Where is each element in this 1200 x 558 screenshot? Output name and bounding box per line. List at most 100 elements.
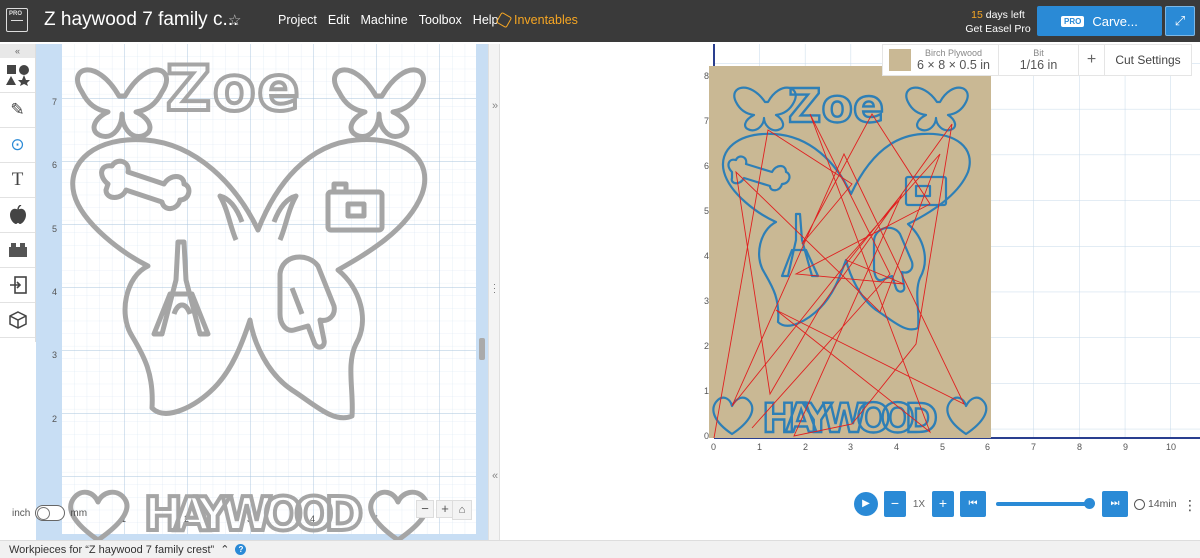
bit-value: 1/16 in xyxy=(1019,58,1058,72)
cut-settings-button[interactable]: Cut Settings xyxy=(1105,45,1191,75)
design-y-tick: 3 xyxy=(52,350,57,360)
target-icon[interactable]: ⊙ xyxy=(0,128,35,163)
preview-text-zoe: Zoe xyxy=(788,79,884,133)
design-y-tick: 7 xyxy=(52,97,57,107)
preview-y-tick: 3 xyxy=(704,296,709,306)
inventables-link[interactable]: Inventables xyxy=(495,11,578,29)
unit-toggle[interactable]: inch mm xyxy=(12,505,87,521)
preview-text-haywood: HAYWOOD xyxy=(762,396,938,442)
more-options-icon[interactable]: ⋮ xyxy=(1183,497,1197,514)
top-bar: PRO Z haywood 7 family c... ☆ Project Ed… xyxy=(0,0,1200,42)
menu-help[interactable]: Help xyxy=(473,13,499,27)
design-text-zoe[interactable]: Zoe xyxy=(164,50,302,127)
material-swatch xyxy=(889,49,911,71)
zoom-out-button[interactable]: − xyxy=(416,500,434,518)
duration-value: 14min xyxy=(1148,498,1177,510)
preview-x-tick: 8 xyxy=(1077,442,1082,452)
drag-handle-icon[interactable]: · · · xyxy=(493,280,496,297)
project-title[interactable]: Z haywood 7 family c... xyxy=(44,9,238,31)
design-scrollbar[interactable] xyxy=(479,338,485,360)
collapse-left-icon[interactable]: « xyxy=(492,470,498,482)
design-y-tick: 6 xyxy=(52,160,57,170)
simulation-progress-slider[interactable] xyxy=(996,498,1095,509)
easel-logo-icon[interactable]: PRO xyxy=(6,8,28,32)
inventables-hex-icon xyxy=(495,11,513,29)
menu-toolbox[interactable]: Toolbox xyxy=(419,13,462,27)
zoom-controls: − + xyxy=(416,500,454,518)
preview-y-tick: 5 xyxy=(704,206,709,216)
preview-y-tick: 0 xyxy=(704,431,709,441)
inventables-label: Inventables xyxy=(514,13,578,27)
add-bit-button[interactable]: + xyxy=(1079,45,1105,75)
trial-status[interactable]: 15 days left Get Easel Pro xyxy=(960,8,1036,36)
unit-switch[interactable] xyxy=(35,505,66,521)
design-y-tick: 4 xyxy=(52,287,57,297)
preview-x-tick: 9 xyxy=(1123,442,1128,452)
pen-icon[interactable]: ✎ xyxy=(0,93,35,128)
panel-splitter[interactable]: » · · · « xyxy=(488,44,500,540)
material-selector[interactable]: Birch Plywood 6 × 8 × 0.5 in xyxy=(883,45,999,75)
preview-y-tick: 6 xyxy=(704,161,709,171)
preview-y-tick: 2 xyxy=(704,341,709,351)
preview-x-tick: 6 xyxy=(985,442,990,452)
design-y-tick: 5 xyxy=(52,224,57,234)
bit-selector[interactable]: Bit 1/16 in xyxy=(999,45,1079,75)
carve-preview[interactable]: 8 7 6 5 4 3 2 1 0 0 1 2 3 4 5 6 7 8 9 10 xyxy=(500,44,1200,540)
simulation-controls: ▶ − 1X + ⏮ ⏭ 14min xyxy=(854,491,1177,517)
design-canvas[interactable]: 7 6 5 4 3 2 1 2 3 4 5 Zoe HAYWOOD xyxy=(36,44,488,540)
design-text-haywood[interactable]: HAYWOOD xyxy=(142,485,365,540)
workpieces-chevron-icon[interactable]: ⌃ xyxy=(220,543,229,556)
workpieces-bar[interactable]: Workpieces for “Z haywood 7 family crest… xyxy=(0,540,1200,558)
preview-x-tick: 2 xyxy=(803,442,808,452)
trial-days-count: 15 xyxy=(971,9,983,21)
speed-increase-button[interactable]: + xyxy=(932,491,954,517)
slider-knob[interactable] xyxy=(1084,498,1095,509)
duration-readout: 14min xyxy=(1134,498,1177,510)
preview-x-tick: 10 xyxy=(1166,442,1176,452)
preview-y-tick: 1 xyxy=(704,386,709,396)
favorite-star-icon[interactable]: ☆ xyxy=(228,11,241,29)
play-icon[interactable]: ▶ xyxy=(854,492,878,516)
help-icon[interactable]: ? xyxy=(235,544,247,555)
preview-x-tick: 7 xyxy=(1031,442,1036,452)
design-drawing: 7 6 5 4 3 2 1 2 3 4 5 Zoe HAYWOOD xyxy=(52,44,476,540)
shapes-icon[interactable] xyxy=(0,58,35,93)
preview-x-tick: 3 xyxy=(848,442,853,452)
home-icon[interactable]: ⌂ xyxy=(452,500,472,520)
get-pro-link[interactable]: Get Easel Pro xyxy=(960,22,1036,36)
clock-icon xyxy=(1134,498,1145,510)
skip-back-icon[interactable]: ⏮ xyxy=(960,491,986,517)
trial-days-suffix: days left xyxy=(982,9,1025,21)
menu-project[interactable]: Project xyxy=(278,13,317,27)
material-size: 6 × 8 × 0.5 in xyxy=(917,58,990,72)
design-toolbar: « ✎ ⊙ T xyxy=(0,44,36,342)
unit-mm-label: mm xyxy=(70,507,88,519)
preview-x-tick: 1 xyxy=(757,442,762,452)
skip-forward-icon[interactable]: ⏭ xyxy=(1102,491,1128,517)
speed-decrease-button[interactable]: − xyxy=(884,491,906,517)
preview-y-tick: 8 xyxy=(704,71,709,81)
toolbar-collapse-icon[interactable]: « xyxy=(0,44,35,58)
preview-x-tick: 0 xyxy=(711,442,716,452)
lego-brick-icon[interactable] xyxy=(0,233,35,268)
menu-edit[interactable]: Edit xyxy=(328,13,350,27)
main-menu: Project Edit Machine Toolbox Help xyxy=(278,13,499,27)
carve-pro-badge: PRO xyxy=(1061,15,1085,27)
preview-y-tick: 4 xyxy=(704,251,709,261)
preview-x-tick: 5 xyxy=(940,442,945,452)
text-icon[interactable]: T xyxy=(0,163,35,198)
menu-machine[interactable]: Machine xyxy=(360,13,407,27)
apple-icon[interactable] xyxy=(0,198,35,233)
cube-icon[interactable] xyxy=(0,303,35,338)
workpieces-label: Workpieces for “Z haywood 7 family crest… xyxy=(9,543,215,556)
speed-readout: 1X xyxy=(912,498,926,510)
unit-inch-label: inch xyxy=(12,507,31,519)
material-settings-card: Birch Plywood 6 × 8 × 0.5 in Bit 1/16 in… xyxy=(882,44,1192,76)
logo-pro-badge: PRO xyxy=(9,11,23,17)
carve-label: Carve... xyxy=(1092,13,1138,29)
collapse-right-icon[interactable]: » xyxy=(492,100,498,112)
expand-icon[interactable]: ⤢ xyxy=(1165,6,1195,36)
import-icon[interactable] xyxy=(0,268,35,303)
carve-button[interactable]: PRO Carve... xyxy=(1037,6,1162,36)
preview-x-tick: 4 xyxy=(894,442,899,452)
